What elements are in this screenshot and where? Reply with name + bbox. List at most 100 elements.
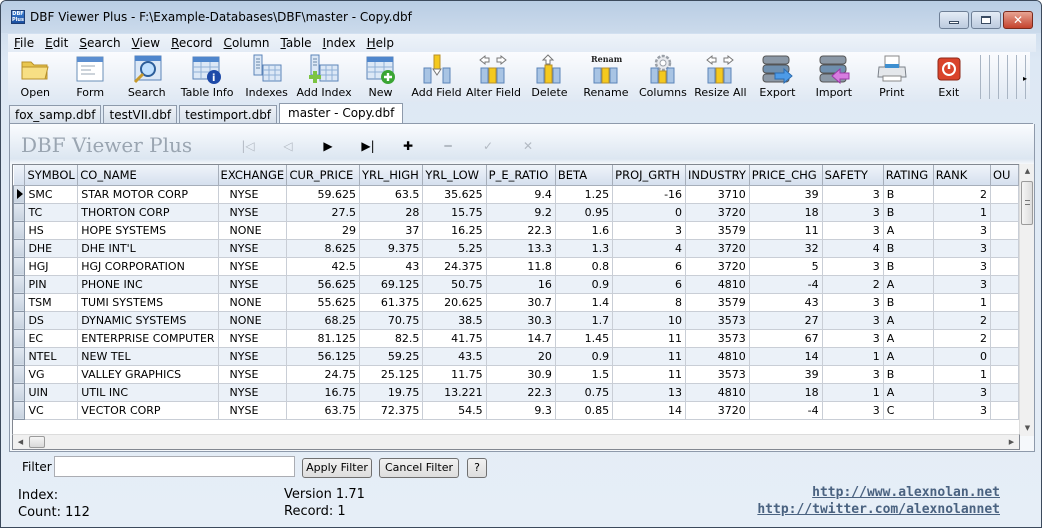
cell-p_e_ratio[interactable]: 20 — [485, 346, 556, 366]
cell-beta[interactable]: 1.5 — [554, 364, 614, 384]
tab-fox-samp-dbf[interactable]: fox_samp.dbf — [9, 105, 102, 124]
table-row[interactable]: DHE DHE INT'L NYSE 8.625 9.375 5.25 13.3 1.3 4 37… — [13, 238, 1019, 258]
menu-help[interactable]: Help — [361, 34, 399, 52]
cell-yrl_low[interactable]: 15.75 — [422, 202, 487, 222]
cell-proj_grth[interactable]: 3 — [612, 220, 687, 240]
row-selector[interactable] — [13, 202, 26, 222]
cell-yrl_low[interactable]: 43.5 — [422, 346, 487, 366]
cell-yrl_high[interactable]: 19.75 — [359, 382, 424, 402]
title-bar[interactable]: DBF Plus DBF Viewer Plus - F:\Example-Dat… — [1, 1, 1041, 33]
cell-yrl_low[interactable]: 24.375 — [422, 256, 487, 276]
row-selector[interactable] — [13, 400, 26, 420]
cell-yrl_low[interactable]: 54.5 — [422, 400, 487, 420]
cell-rank[interactable]: 3 — [932, 382, 991, 402]
cell-p_e_ratio[interactable]: 30.3 — [485, 310, 556, 330]
cancel-edit-button[interactable]: ✕ — [508, 136, 548, 156]
cell-rating[interactable]: A — [882, 220, 934, 240]
cell-industry[interactable]: 3573 — [685, 310, 750, 330]
cell-price_chg[interactable]: 18 — [748, 382, 823, 402]
cell-co_name[interactable]: THORTON CORP — [77, 202, 219, 222]
row-selector[interactable] — [13, 328, 26, 348]
cell-industry[interactable]: 3579 — [685, 220, 750, 240]
cell-safety[interactable]: 1 — [821, 346, 884, 366]
cell-co_name[interactable]: TUMI SYSTEMS — [77, 292, 219, 312]
cell-p_e_ratio[interactable]: 11.8 — [485, 256, 556, 276]
menu-column[interactable]: Column — [218, 34, 275, 52]
row-selector[interactable] — [13, 364, 26, 384]
cell-p_e_ratio[interactable]: 22.3 — [485, 382, 556, 402]
cell-p_e_ratio[interactable]: 9.3 — [485, 400, 556, 420]
export-button[interactable]: Export — [749, 52, 805, 102]
cell-industry[interactable]: 3579 — [685, 292, 750, 312]
cell-rating[interactable]: B — [882, 256, 934, 276]
cell-co_name[interactable]: DYNAMIC SYSTEMS — [77, 310, 219, 330]
column-header-co_name[interactable]: CO_NAME — [77, 165, 219, 186]
cell-exchange[interactable]: NYSE — [217, 400, 288, 420]
cell-p_e_ratio[interactable]: 16 — [485, 274, 556, 294]
cell-ou[interactable] — [989, 274, 1019, 294]
filter-input[interactable] — [54, 456, 295, 477]
cell-proj_grth[interactable]: 11 — [612, 346, 687, 366]
tab-testvii-dbf[interactable]: testVII.dbf — [103, 105, 178, 124]
cell-safety[interactable]: 1 — [821, 382, 884, 402]
cell-cur_price[interactable]: 59.625 — [286, 184, 361, 204]
cell-symbol[interactable]: HGJ — [24, 256, 79, 276]
cell-proj_grth[interactable]: 6 — [612, 274, 687, 294]
cell-p_e_ratio[interactable]: 13.3 — [485, 238, 556, 258]
cell-symbol[interactable]: VC — [24, 400, 79, 420]
cell-safety[interactable]: 3 — [821, 400, 884, 420]
cell-yrl_low[interactable]: 11.75 — [422, 364, 487, 384]
cell-p_e_ratio[interactable]: 14.7 — [485, 328, 556, 348]
print-button[interactable]: Print — [862, 52, 921, 102]
tab-testimport-dbf[interactable]: testimport.dbf — [179, 105, 278, 124]
cell-exchange[interactable]: NYSE — [217, 256, 288, 276]
cell-price_chg[interactable]: 14 — [748, 346, 823, 366]
cell-yrl_high[interactable]: 9.375 — [359, 238, 424, 258]
cell-yrl_high[interactable]: 69.125 — [359, 274, 424, 294]
cell-symbol[interactable]: VG — [24, 364, 79, 384]
cell-price_chg[interactable]: -4 — [748, 400, 823, 420]
cell-yrl_low[interactable]: 41.75 — [422, 328, 487, 348]
cell-symbol[interactable]: PIN — [24, 274, 79, 294]
exit-button[interactable]: Exit — [922, 52, 977, 102]
cell-price_chg[interactable]: 67 — [748, 328, 823, 348]
cell-safety[interactable]: 3 — [821, 292, 884, 312]
cell-exchange[interactable]: NONE — [217, 310, 288, 330]
cell-industry[interactable]: 3720 — [685, 400, 750, 420]
cell-price_chg[interactable]: -4 — [748, 274, 823, 294]
indexes-button[interactable]: Indexes — [239, 52, 294, 102]
cell-exchange[interactable]: NYSE — [217, 328, 288, 348]
cell-rating[interactable]: A — [882, 346, 934, 366]
add-index-button[interactable]: Add Index — [294, 52, 353, 102]
column-header-industry[interactable]: INDUSTRY — [685, 165, 750, 186]
cell-cur_price[interactable]: 55.625 — [286, 292, 361, 312]
cell-ou[interactable] — [989, 202, 1019, 222]
close-button[interactable]: ✕ — [1003, 11, 1033, 29]
cell-symbol[interactable]: HS — [24, 220, 79, 240]
cell-beta[interactable]: 0.8 — [554, 256, 614, 276]
menu-file[interactable]: File — [8, 34, 39, 52]
menu-edit[interactable]: Edit — [39, 34, 73, 52]
cell-rank[interactable]: 1 — [932, 292, 991, 312]
cell-yrl_high[interactable]: 63.5 — [359, 184, 424, 204]
cell-ou[interactable] — [989, 220, 1019, 240]
table-row[interactable]: SMC STAR MOTOR CORP NYSE 59.625 63.5 35.625 9.… — [13, 184, 1019, 204]
delete-button[interactable]: Delete — [521, 52, 577, 102]
cell-symbol[interactable]: DS — [24, 310, 79, 330]
cell-industry[interactable]: 4810 — [685, 346, 750, 366]
cell-co_name[interactable]: ENTERPRISE COMPUTER — [77, 328, 219, 348]
cell-exchange[interactable]: NYSE — [217, 364, 288, 384]
cell-safety[interactable]: 3 — [821, 220, 884, 240]
table-row[interactable]: DS DYNAMIC SYSTEMS NONE 68.25 70.75 38.5 30.3 1… — [13, 310, 1019, 330]
add-field-button[interactable]: Add Field — [407, 52, 465, 102]
cell-industry[interactable]: 3720 — [685, 238, 750, 258]
cell-rating[interactable]: A — [882, 382, 934, 402]
column-header-exchange[interactable]: EXCHANGE — [217, 165, 288, 186]
cell-proj_grth[interactable]: 14 — [612, 400, 687, 420]
cell-exchange[interactable]: NONE — [217, 220, 288, 240]
website-link[interactable]: http://www.alexnolan.net — [812, 485, 1000, 500]
cell-price_chg[interactable]: 32 — [748, 238, 823, 258]
column-header-price_chg[interactable]: PRICE_CHG — [748, 165, 823, 186]
scroll-up-icon[interactable]: ▲ — [1020, 164, 1035, 179]
cell-cur_price[interactable]: 42.5 — [286, 256, 361, 276]
